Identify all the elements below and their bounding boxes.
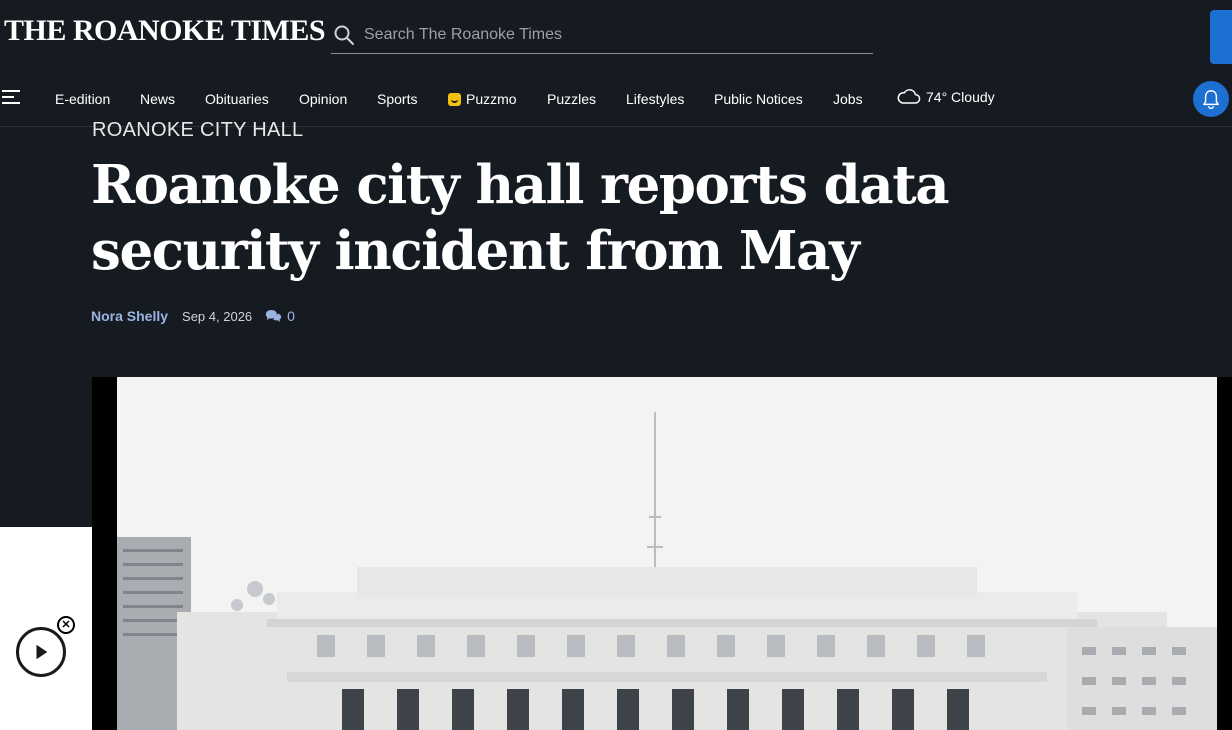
- nav-item-opinion[interactable]: Opinion: [299, 91, 347, 107]
- article-image-container: [92, 377, 1232, 730]
- cloud-icon: [897, 89, 921, 104]
- nav-item-jobs[interactable]: Jobs: [833, 91, 863, 107]
- hamburger-menu-icon[interactable]: [2, 89, 22, 105]
- logo-text: THE ROANOKE TIMES: [4, 14, 326, 47]
- search-bar: [331, 16, 873, 54]
- close-video-button[interactable]: ✕: [57, 616, 75, 634]
- bell-icon: [1203, 90, 1219, 109]
- article-photo[interactable]: [117, 377, 1217, 730]
- video-player-widget: ✕: [0, 527, 92, 730]
- comments-link[interactable]: 0: [265, 308, 295, 324]
- nav-item-news[interactable]: News: [140, 91, 175, 107]
- city-hall-illustration: [117, 377, 1217, 730]
- author-link[interactable]: Nora Shelly: [91, 308, 168, 324]
- search-icon[interactable]: [332, 23, 356, 47]
- video-play-button[interactable]: [16, 627, 66, 677]
- byline: Nora Shelly Sep 4, 2026 0: [91, 308, 295, 324]
- publish-date: Sep 4, 2026: [182, 308, 253, 324]
- comments-icon: [266, 310, 282, 322]
- puzzmo-icon: [448, 93, 461, 106]
- site-logo[interactable]: THE ROANOKE TIMES: [4, 14, 326, 48]
- account-button[interactable]: [1210, 10, 1232, 64]
- play-icon: [36, 644, 48, 660]
- nav-item-lifestyles[interactable]: Lifestyles: [626, 91, 684, 107]
- comment-count: 0: [287, 308, 295, 324]
- nav-item-e-edition[interactable]: E-edition: [55, 91, 110, 107]
- weather-widget[interactable]: 74° Cloudy: [897, 87, 995, 106]
- article-kicker[interactable]: ROANOKE CITY HALL: [92, 118, 303, 140]
- nav-item-puzzmo[interactable]: Puzzmo: [448, 91, 517, 107]
- notifications-button[interactable]: [1193, 81, 1229, 117]
- site-header: THE ROANOKE TIMES: [0, 0, 1232, 72]
- nav-item-sports[interactable]: Sports: [377, 91, 417, 107]
- nav-item-puzzles[interactable]: Puzzles: [547, 91, 596, 107]
- article-headline: Roanoke city hall reports data security …: [91, 154, 950, 282]
- nav-item-puzzmo-label: Puzzmo: [466, 91, 517, 107]
- nav-item-obituaries[interactable]: Obituaries: [205, 91, 269, 107]
- search-input[interactable]: [364, 25, 873, 44]
- close-icon: ✕: [61, 618, 71, 631]
- weather-text: 74° Cloudy: [926, 88, 995, 105]
- nav-item-public-notices[interactable]: Public Notices: [714, 91, 803, 107]
